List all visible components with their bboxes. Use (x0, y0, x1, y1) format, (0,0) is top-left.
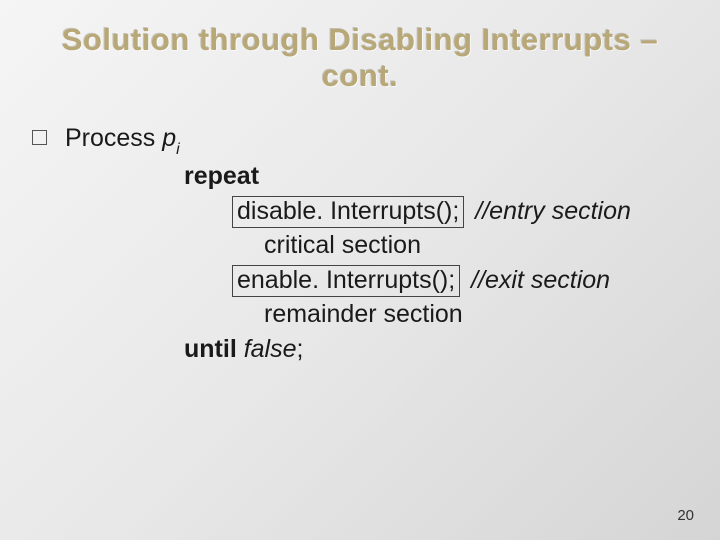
disable-call-box: disable. Interrupts(); (232, 196, 464, 228)
title-line-2: cont. (0, 58, 720, 94)
code-disable-line: disable. Interrupts(); //entry section (32, 194, 720, 229)
until-condition: false (237, 335, 297, 363)
title-line-1: Solution through Disabling Interrupts – (0, 22, 720, 58)
bullet-item: Process pi (32, 121, 720, 159)
until-keyword: until (184, 335, 237, 363)
exit-comment: //exit section (471, 266, 610, 294)
process-subscript: i (176, 141, 180, 158)
enable-call-box: enable. Interrupts(); (232, 265, 460, 297)
slide-title: Solution through Disabling Interrupts – … (0, 0, 720, 103)
process-label: Process pi (65, 121, 180, 159)
process-var: p (162, 124, 176, 152)
critical-section-text: critical section (264, 231, 421, 259)
code-critical-line: critical section (32, 228, 720, 263)
code-until-line: until false; (32, 332, 720, 367)
process-prefix: Process (65, 124, 162, 152)
code-repeat: repeat (32, 159, 720, 194)
slide-number: 20 (677, 507, 694, 524)
bullet-square-icon (32, 130, 47, 145)
remainder-section-text: remainder section (264, 300, 463, 328)
entry-comment: //entry section (475, 197, 631, 225)
until-semicolon: ; (297, 335, 304, 363)
slide-body: Process pi repeat disable. Interrupts();… (0, 103, 720, 366)
code-remainder-line: remainder section (32, 297, 720, 332)
code-enable-line: enable. Interrupts(); //exit section (32, 263, 720, 298)
repeat-keyword: repeat (184, 162, 259, 190)
